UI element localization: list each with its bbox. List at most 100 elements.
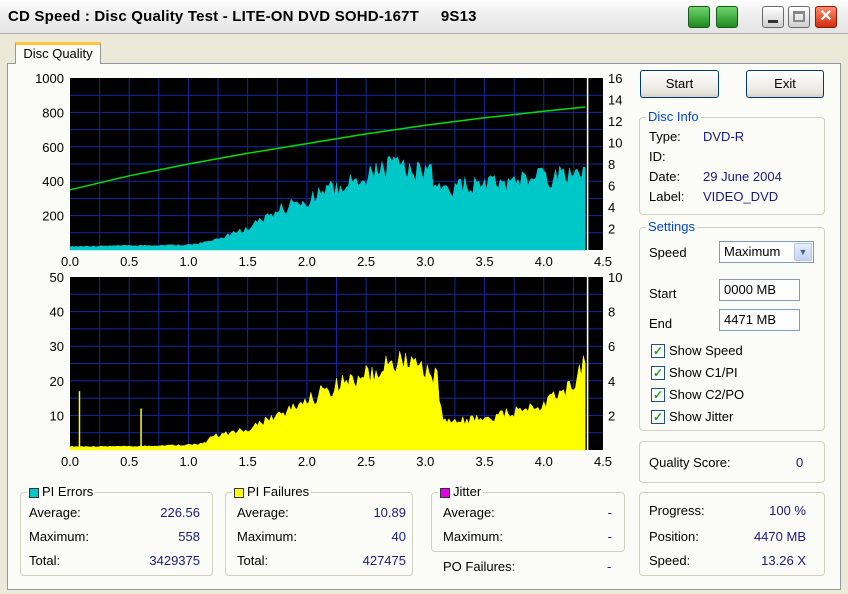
pi-failures-total-label: Total:	[237, 553, 269, 568]
x-tick-label: 0.5	[120, 254, 138, 269]
pi-failures-title: PI Failures	[232, 484, 312, 499]
disc-info-group: Disc Info Type: DVD-R ID: Date: 29 June …	[639, 109, 825, 215]
show-po-label: Show C2/PO	[669, 387, 745, 402]
x-tick-label: 1.5	[239, 454, 257, 469]
x-tick-label: 2.5	[357, 254, 375, 269]
x-tick-label: 3.5	[476, 254, 494, 269]
y-tick-label-left: 10	[50, 408, 64, 423]
y-tick-label-right: 6	[608, 339, 615, 354]
tab-disc-quality[interactable]: Disc Quality	[15, 42, 101, 64]
y-tick-label-right: 10	[608, 270, 622, 285]
progress-label: Progress:	[649, 503, 705, 518]
x-tick-label: 1.0	[179, 254, 197, 269]
show-jitter-label: Show Jitter	[669, 409, 734, 424]
y-tick-label-right: 16	[608, 71, 622, 86]
settings-title: Settings	[646, 219, 697, 234]
chevron-down-icon[interactable]: ▼	[794, 243, 812, 261]
y-tick-label-left: 30	[50, 339, 64, 354]
x-tick-label: 4.0	[535, 454, 553, 469]
y-tick-label-right: 12	[608, 114, 622, 129]
settings-group: Settings Speed Maximum ▼ Start 0000 MB E…	[639, 219, 825, 431]
pi-errors-title: PI Errors	[27, 484, 96, 499]
x-tick-label: 1.0	[179, 454, 197, 469]
jitter-title-text: Jitter	[453, 484, 482, 499]
date-value: 29 June 2004	[703, 169, 782, 184]
pi-failures-chart: 0.0 0.5 1.0 1.5 2.0 2.5 3.0 3.5 4.0 4.5 50 40 30 20 10…	[50, 270, 623, 469]
x-tick-label: 0.0	[61, 454, 79, 469]
show-jitter-checkbox[interactable]: ✓	[651, 410, 665, 424]
y-tick-label-right: 8	[608, 157, 615, 172]
pi-errors-maximum: 558	[178, 529, 200, 544]
start-button[interactable]: Start	[640, 70, 719, 98]
position-label: Position:	[649, 529, 699, 544]
quality-score-value: 0	[796, 455, 804, 470]
quality-score-group: Quality Score: 0	[639, 441, 825, 483]
po-failures-value: -	[607, 559, 612, 574]
end-field[interactable]: 4471 MB	[719, 309, 800, 331]
position-value: 4470 MB	[753, 529, 806, 544]
show-pi-label: Show C1/PI	[669, 365, 738, 380]
pi-failures-maximum: 40	[391, 529, 406, 544]
y-tick-label-right: 14	[608, 93, 622, 108]
speed-label: Speed	[649, 245, 687, 260]
show-speed-label: Show Speed	[669, 343, 743, 358]
y-tick-label-left: 40	[50, 305, 64, 320]
pi-errors-total: 3429375	[149, 553, 200, 568]
x-tick-label: 4.0	[535, 254, 553, 269]
pi-failures-maximum-label: Maximum:	[237, 529, 297, 544]
show-speed-checkbox[interactable]: ✓	[651, 344, 665, 358]
pi-failures-title-text: PI Failures	[247, 484, 310, 499]
x-tick-label: 4.5	[594, 454, 612, 469]
date-label: Date:	[649, 169, 681, 184]
progress-value: 100 %	[769, 503, 806, 518]
y-tick-label-left: 200	[42, 209, 64, 224]
pi-failures-swatch	[234, 487, 244, 498]
pi-errors-maximum-label: Maximum:	[29, 529, 89, 544]
end-label: End	[649, 316, 673, 331]
start-field-value: 0000 MB	[724, 282, 777, 297]
quality-score-label: Quality Score:	[649, 455, 731, 470]
disc-info-title: Disc Info	[646, 109, 701, 124]
pi-failures-total: 427475	[362, 553, 406, 568]
start-label: Start	[649, 286, 677, 301]
jitter-average-label: Average:	[443, 505, 495, 520]
jitter-group: Jitter Average: - Maximum: -	[431, 484, 625, 552]
y-tick-label-right: 8	[608, 305, 615, 320]
y-tick-label-right: 2	[608, 222, 615, 237]
progress-group: Progress: 100 % Position: 4470 MB Speed:…	[639, 492, 825, 576]
pi-errors-title-text: PI Errors	[42, 484, 94, 499]
pi-errors-total-label: Total:	[29, 553, 61, 568]
x-tick-label: 0.0	[61, 254, 79, 269]
pi-errors-swatch	[29, 487, 39, 498]
pi-errors-average-label: Average:	[29, 505, 81, 520]
show-po-checkbox[interactable]: ✓	[651, 388, 665, 402]
jitter-maximum-label: Maximum:	[443, 529, 503, 544]
jitter-maximum: -	[607, 529, 612, 544]
y-tick-label-right: 6	[608, 179, 615, 194]
y-tick-label-left: 50	[50, 270, 64, 285]
jitter-swatch	[440, 487, 450, 498]
end-field-value: 4471 MB	[724, 312, 777, 327]
y-tick-label-right: 4	[608, 374, 615, 389]
start-field[interactable]: 0000 MB	[719, 279, 800, 301]
x-tick-label: 1.5	[239, 254, 257, 269]
jitter-title: Jitter	[438, 484, 484, 499]
type-label: Type:	[649, 129, 681, 144]
pi-failures-average-label: Average:	[237, 505, 289, 520]
y-tick-label-right: 2	[608, 408, 615, 423]
show-pi-checkbox[interactable]: ✓	[651, 366, 665, 380]
current-speed-label: Speed:	[649, 553, 691, 568]
y-tick-label-left: 800	[42, 105, 64, 120]
exit-button[interactable]: Exit	[746, 70, 824, 98]
jitter-average: -	[607, 505, 612, 520]
id-label: ID:	[649, 149, 666, 164]
po-failures-label: PO Failures:	[443, 559, 516, 574]
speed-select-value: Maximum	[724, 244, 781, 259]
x-tick-label: 0.5	[120, 454, 138, 469]
disc-label-value: VIDEO_DVD	[703, 189, 779, 204]
x-tick-label: 4.5	[594, 254, 612, 269]
current-speed-value: 13.26 X	[761, 553, 806, 568]
speed-select[interactable]: Maximum ▼	[719, 241, 814, 263]
y-tick-label-right: 4	[608, 200, 615, 215]
pi-errors-average: 226.56	[160, 505, 200, 520]
